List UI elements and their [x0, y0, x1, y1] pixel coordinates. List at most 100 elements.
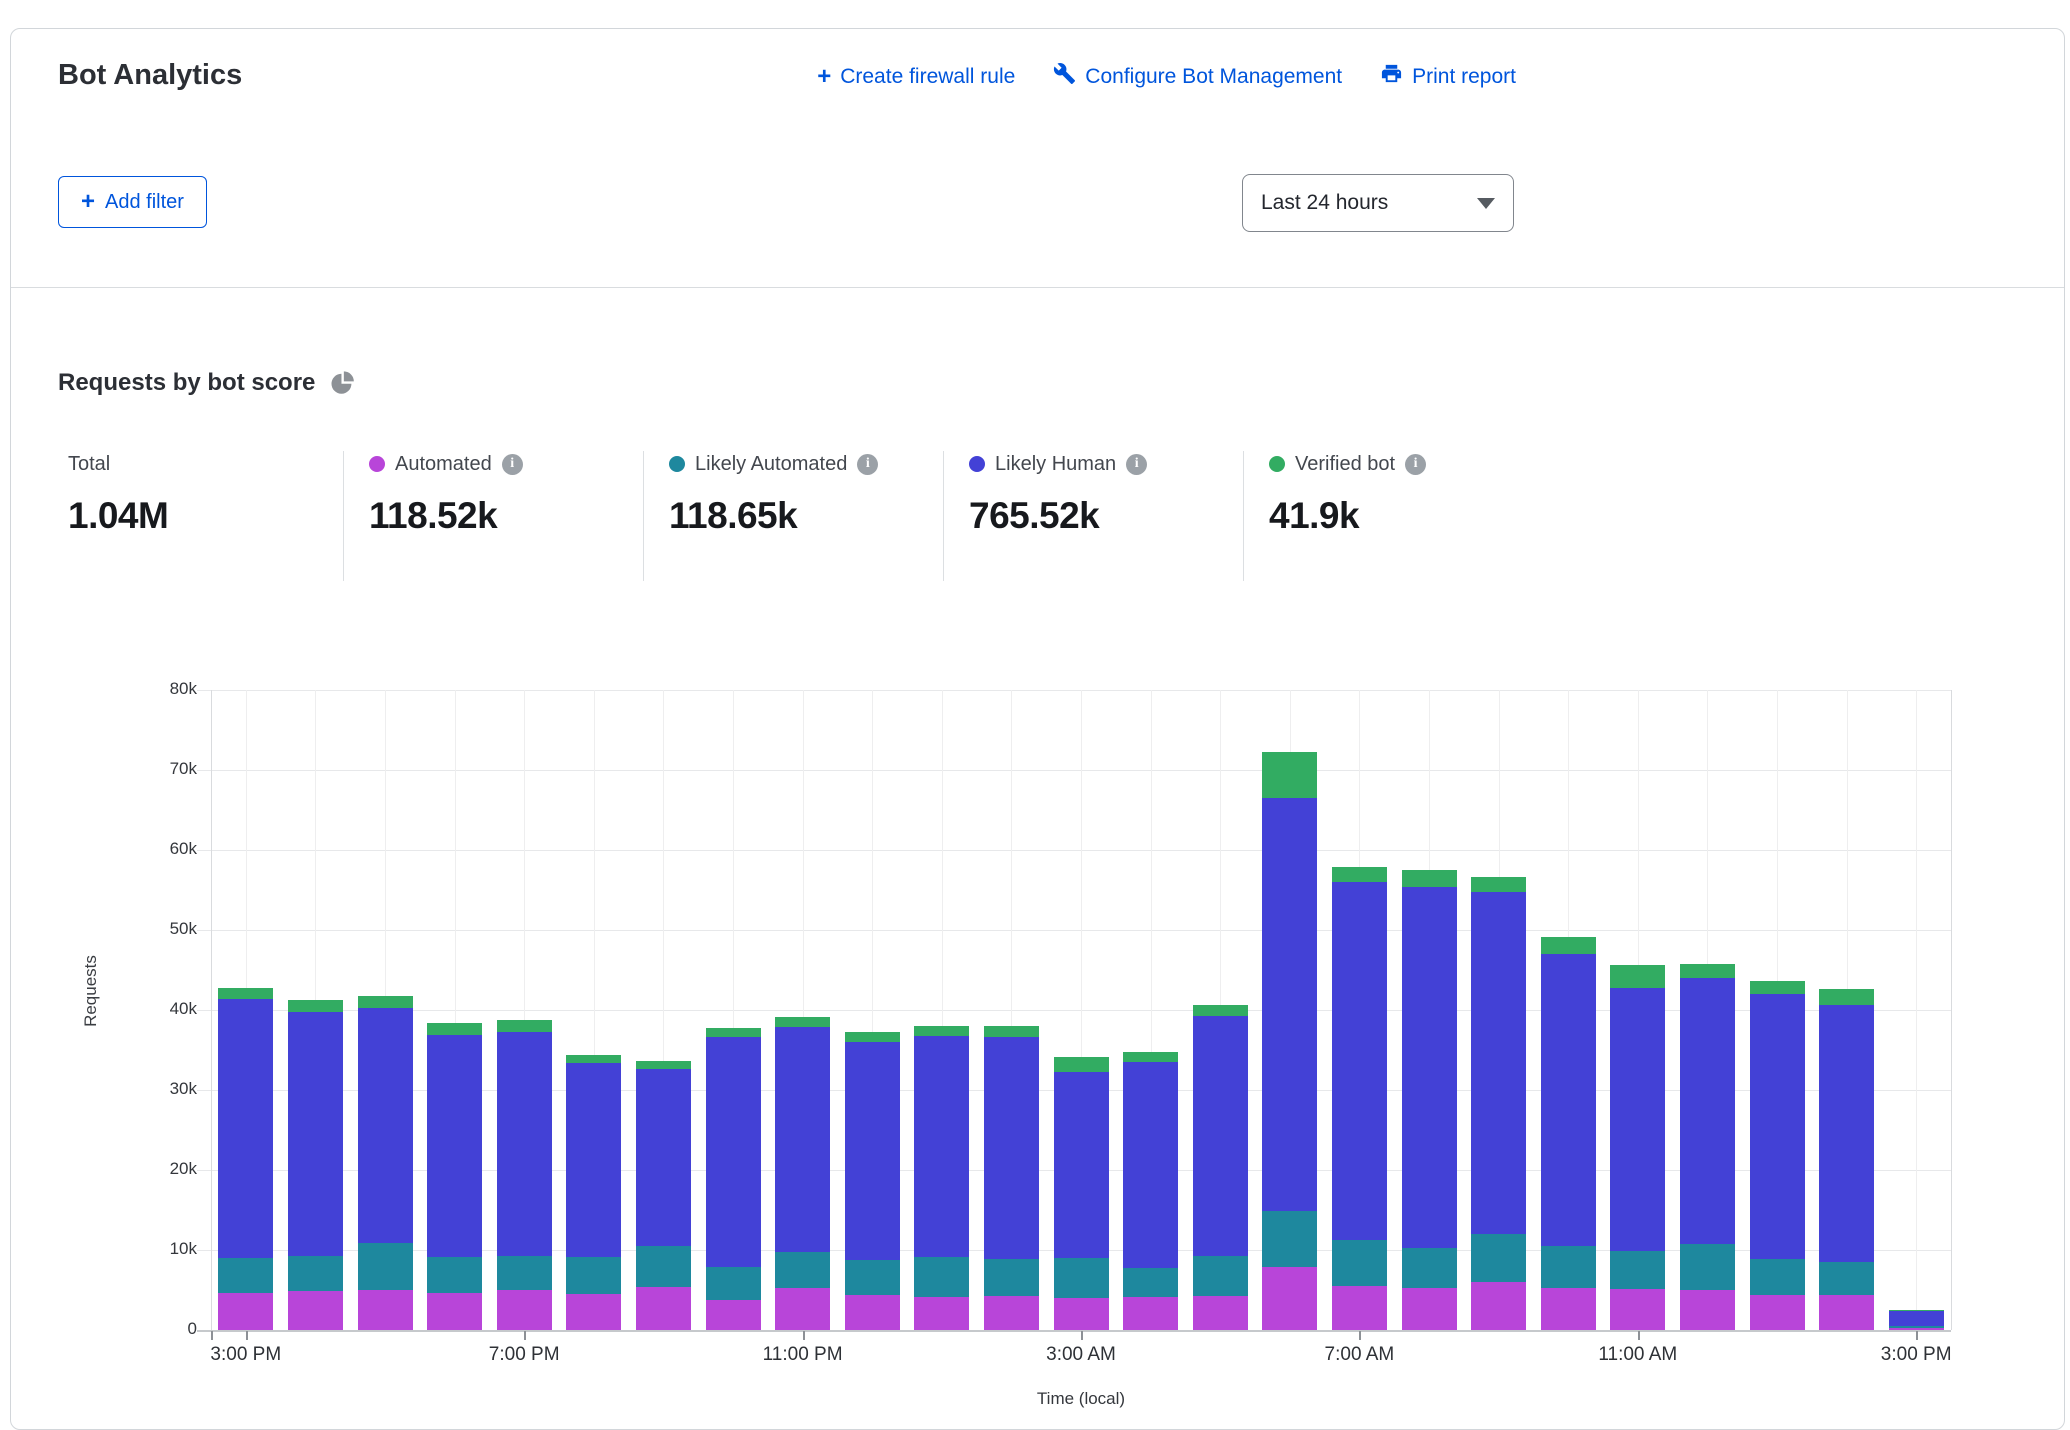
bar-segment-likely-human[interactable] [358, 1008, 413, 1242]
bar-segment-likely-human[interactable] [845, 1042, 900, 1260]
bar-segment-likely-automated[interactable] [636, 1246, 691, 1287]
bar-segment-verified-bot[interactable] [288, 1000, 343, 1011]
bar-segment-automated[interactable] [1471, 1282, 1526, 1330]
bar-segment-verified-bot[interactable] [636, 1061, 691, 1069]
bar-segment-automated[interactable] [1402, 1288, 1457, 1330]
bar-segment-automated[interactable] [1123, 1297, 1178, 1330]
bar-segment-automated[interactable] [218, 1293, 273, 1330]
bar-segment-likely-human[interactable] [1262, 798, 1317, 1211]
bar-segment-automated[interactable] [1680, 1290, 1735, 1330]
bar-segment-automated[interactable] [706, 1300, 761, 1330]
bar-segment-automated[interactable] [775, 1288, 830, 1330]
bar-segment-likely-human[interactable] [1541, 954, 1596, 1246]
bar-segment-likely-automated[interactable] [566, 1257, 621, 1294]
bar-segment-automated[interactable] [1054, 1298, 1109, 1330]
info-icon[interactable]: i [502, 454, 523, 475]
bar-segment-automated[interactable] [497, 1290, 552, 1330]
bar-segment-automated[interactable] [566, 1294, 621, 1330]
bar-segment-likely-automated[interactable] [1193, 1256, 1248, 1297]
bar-segment-likely-automated[interactable] [1123, 1268, 1178, 1297]
bar-segment-automated[interactable] [845, 1295, 900, 1330]
bar-segment-likely-human[interactable] [1610, 988, 1665, 1250]
bar-segment-verified-bot[interactable] [706, 1028, 761, 1038]
bar-segment-verified-bot[interactable] [1819, 989, 1874, 1005]
bar-segment-verified-bot[interactable] [1054, 1057, 1109, 1072]
bar-segment-likely-human[interactable] [1889, 1311, 1944, 1326]
bar-segment-verified-bot[interactable] [1889, 1310, 1944, 1311]
bar-segment-likely-automated[interactable] [1471, 1234, 1526, 1282]
print-report-link[interactable]: Print report [1380, 62, 1516, 91]
bar-segment-verified-bot[interactable] [1750, 981, 1805, 994]
bar-segment-likely-human[interactable] [775, 1027, 830, 1252]
create-firewall-rule-link[interactable]: + Create firewall rule [817, 65, 1015, 89]
bar-segment-likely-automated[interactable] [1889, 1326, 1944, 1328]
bar-segment-likely-automated[interactable] [288, 1256, 343, 1290]
bar-segment-verified-bot[interactable] [1123, 1052, 1178, 1062]
bar-segment-automated[interactable] [1193, 1296, 1248, 1330]
bar-segment-likely-human[interactable] [1332, 882, 1387, 1240]
bar-segment-verified-bot[interactable] [1541, 937, 1596, 954]
bar-segment-automated[interactable] [1889, 1328, 1944, 1330]
bar-segment-likely-human[interactable] [1402, 887, 1457, 1248]
bar-segment-likely-human[interactable] [427, 1035, 482, 1257]
bar-segment-automated[interactable] [358, 1290, 413, 1330]
bar-segment-automated[interactable] [1262, 1267, 1317, 1330]
configure-bot-management-link[interactable]: Configure Bot Management [1053, 62, 1342, 91]
info-icon[interactable]: i [1126, 454, 1147, 475]
bar-segment-likely-human[interactable] [1819, 1005, 1874, 1262]
bar-segment-automated[interactable] [1610, 1289, 1665, 1330]
bar-segment-likely-human[interactable] [706, 1037, 761, 1267]
bar-segment-automated[interactable] [636, 1287, 691, 1330]
bar-segment-likely-automated[interactable] [914, 1257, 969, 1297]
bar-segment-automated[interactable] [427, 1293, 482, 1330]
bar-segment-likely-human[interactable] [1123, 1062, 1178, 1268]
bar-segment-automated[interactable] [1332, 1286, 1387, 1330]
bar-segment-likely-automated[interactable] [1680, 1244, 1735, 1290]
bar-segment-verified-bot[interactable] [566, 1055, 621, 1063]
bar-segment-likely-automated[interactable] [1610, 1251, 1665, 1289]
bar-segment-likely-automated[interactable] [1819, 1262, 1874, 1295]
bar-segment-likely-automated[interactable] [845, 1260, 900, 1294]
bar-segment-automated[interactable] [1819, 1295, 1874, 1330]
bar-segment-likely-automated[interactable] [218, 1258, 273, 1293]
bar-segment-verified-bot[interactable] [1193, 1005, 1248, 1016]
bar-segment-automated[interactable] [1541, 1288, 1596, 1330]
bar-segment-likely-human[interactable] [636, 1069, 691, 1246]
bar-segment-likely-human[interactable] [984, 1037, 1039, 1259]
bar-segment-verified-bot[interactable] [1332, 867, 1387, 882]
bar-segment-likely-automated[interactable] [1332, 1240, 1387, 1286]
bar-segment-likely-human[interactable] [218, 999, 273, 1258]
bar-segment-likely-automated[interactable] [706, 1267, 761, 1300]
bar-segment-likely-automated[interactable] [1541, 1246, 1596, 1288]
bar-segment-verified-bot[interactable] [1680, 964, 1735, 978]
bar-segment-likely-human[interactable] [288, 1012, 343, 1257]
bar-segment-verified-bot[interactable] [1402, 870, 1457, 887]
bar-segment-verified-bot[interactable] [914, 1026, 969, 1036]
bar-segment-verified-bot[interactable] [497, 1020, 552, 1031]
bar-segment-verified-bot[interactable] [845, 1032, 900, 1042]
pie-chart-icon[interactable] [329, 370, 355, 396]
bar-segment-verified-bot[interactable] [358, 996, 413, 1008]
bar-segment-likely-human[interactable] [1680, 978, 1735, 1244]
bar-segment-likely-automated[interactable] [358, 1243, 413, 1290]
bar-segment-automated[interactable] [288, 1291, 343, 1330]
time-range-select[interactable]: Last 24 hours [1242, 174, 1514, 232]
bar-segment-likely-automated[interactable] [1402, 1248, 1457, 1288]
bar-segment-verified-bot[interactable] [218, 988, 273, 998]
bar-segment-automated[interactable] [914, 1297, 969, 1330]
bar-segment-likely-automated[interactable] [984, 1259, 1039, 1297]
info-icon[interactable]: i [857, 454, 878, 475]
bar-segment-likely-automated[interactable] [1262, 1211, 1317, 1267]
bar-segment-verified-bot[interactable] [1610, 965, 1665, 988]
bar-segment-automated[interactable] [984, 1296, 1039, 1330]
info-icon[interactable]: i [1405, 454, 1426, 475]
bar-segment-likely-human[interactable] [1750, 994, 1805, 1259]
bar-segment-likely-automated[interactable] [1750, 1259, 1805, 1295]
bar-segment-automated[interactable] [1750, 1295, 1805, 1330]
bar-segment-verified-bot[interactable] [1262, 752, 1317, 798]
bar-segment-likely-automated[interactable] [775, 1252, 830, 1289]
bar-segment-verified-bot[interactable] [775, 1017, 830, 1027]
bar-segment-likely-human[interactable] [497, 1032, 552, 1256]
bar-segment-likely-human[interactable] [566, 1063, 621, 1257]
bar-segment-likely-automated[interactable] [497, 1256, 552, 1290]
